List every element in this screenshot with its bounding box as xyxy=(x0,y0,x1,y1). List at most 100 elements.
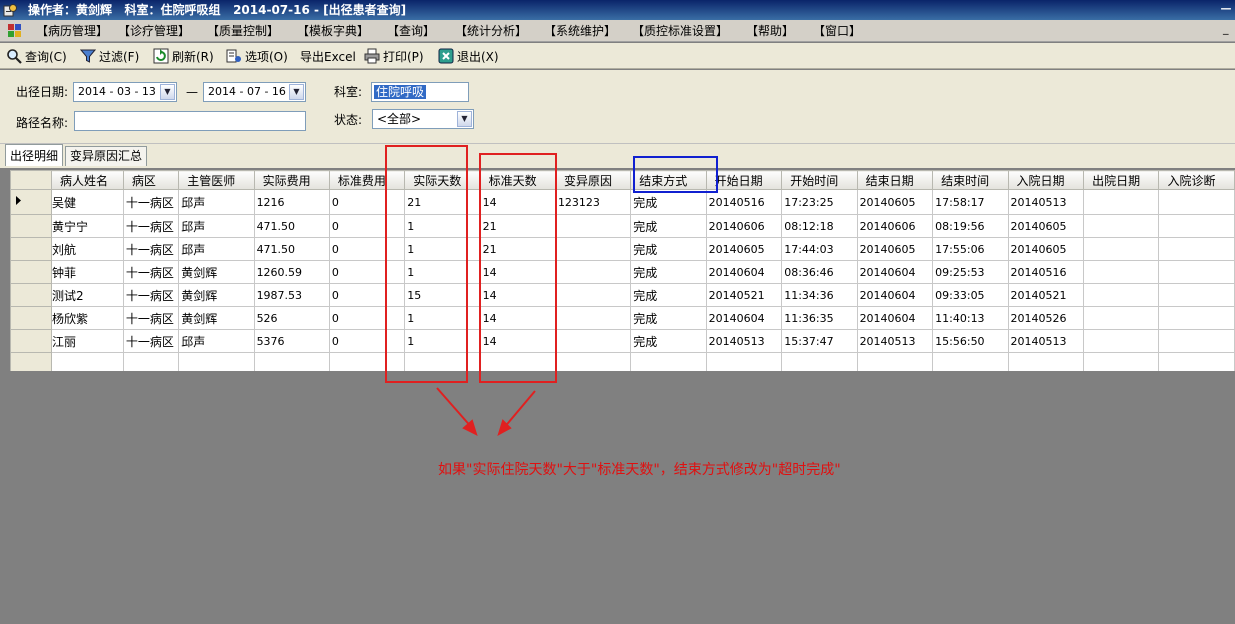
table-cell[interactable] xyxy=(1083,306,1160,330)
table-cell[interactable]: 1216 xyxy=(253,189,330,215)
col-header[interactable]: 入院诊断 xyxy=(1158,170,1235,190)
col-header[interactable]: 标准天数 xyxy=(479,170,556,190)
table-cell[interactable]: 20140605 xyxy=(856,189,934,215)
table-cell[interactable]: 14 xyxy=(479,329,556,353)
col-header[interactable]: 开始日期 xyxy=(705,170,783,190)
table-cell[interactable]: 471.50 xyxy=(253,237,330,261)
table-cell[interactable]: 20140605 xyxy=(856,237,934,261)
minimize-button[interactable]: — xyxy=(1219,2,1233,16)
table-cell[interactable]: 20140513 xyxy=(856,329,934,353)
table-cell[interactable] xyxy=(856,352,934,371)
table-cell[interactable]: 20140604 xyxy=(856,260,934,284)
table-cell[interactable]: 20140605 xyxy=(1007,214,1085,238)
table-cell[interactable]: 黄剑辉 xyxy=(178,283,255,307)
col-header[interactable]: 标准费用 xyxy=(328,170,406,190)
table-cell[interactable]: 0 xyxy=(328,329,406,353)
table-cell[interactable]: 09:25:53 xyxy=(932,260,1009,284)
table-cell[interactable]: 1 xyxy=(404,329,481,353)
row-header[interactable] xyxy=(10,306,52,330)
table-cell[interactable]: 完成 xyxy=(630,260,707,284)
menu-system-maintenance[interactable]: 【系统维护】 xyxy=(544,23,616,39)
table-cell[interactable]: 20140526 xyxy=(1007,306,1085,330)
table-cell[interactable]: 完成 xyxy=(630,306,707,330)
table-cell[interactable] xyxy=(1083,214,1160,238)
table-cell[interactable]: 20140604 xyxy=(856,283,934,307)
table-row[interactable]: 杨欣紫 十一病区 黄剑辉 526 0 1 14 完成 20140604 11:36:35 20140… xyxy=(10,306,1235,330)
table-cell[interactable]: 刘航 xyxy=(51,237,124,261)
table-cell[interactable] xyxy=(781,352,858,371)
refresh-button[interactable]: 刷新(R) xyxy=(153,47,214,65)
table-cell[interactable]: 526 xyxy=(253,306,330,330)
table-cell[interactable]: 15:56:50 xyxy=(932,329,1009,353)
table-row[interactable]: 吴健 十一病区 邱声 1216 0 21 14 123123 完成 20140516 17:23:2… xyxy=(10,189,1235,215)
table-cell[interactable]: 20140605 xyxy=(1007,237,1085,261)
table-row[interactable]: 江丽 十一病区 邱声 5376 0 1 14 完成 20140513 15:37:47 201405… xyxy=(10,329,1235,353)
table-cell[interactable] xyxy=(1158,260,1235,284)
table-row-empty[interactable] xyxy=(10,352,1235,371)
table-cell[interactable]: 21 xyxy=(479,237,556,261)
table-cell[interactable]: 20140516 xyxy=(1007,260,1085,284)
date-from-picker[interactable]: 2014 - 03 - 13 ▼ xyxy=(73,82,177,102)
table-cell[interactable] xyxy=(554,352,632,371)
table-row[interactable]: 黄宁宁 十一病区 邱声 471.50 0 1 21 完成 20140606 08:12:18 201… xyxy=(10,214,1235,238)
table-cell[interactable] xyxy=(178,352,255,371)
table-cell[interactable]: 17:23:25 xyxy=(781,189,858,215)
chevron-down-icon[interactable]: ▼ xyxy=(457,111,472,127)
table-cell[interactable]: 十一病区 xyxy=(122,237,180,261)
table-cell[interactable]: 完成 xyxy=(630,237,707,261)
table-cell[interactable] xyxy=(932,352,1009,371)
table-cell[interactable] xyxy=(1158,306,1235,330)
table-cell[interactable] xyxy=(1083,260,1160,284)
table-cell[interactable] xyxy=(554,260,632,284)
row-header[interactable] xyxy=(10,352,52,371)
col-header[interactable]: 病区 xyxy=(122,170,180,190)
table-cell[interactable] xyxy=(630,352,707,371)
date-to-picker[interactable]: 2014 - 07 - 16 ▼ xyxy=(203,82,306,102)
menu-window[interactable]: 【窗口】 xyxy=(813,23,861,39)
col-header[interactable]: 病人姓名 xyxy=(51,170,124,190)
table-cell[interactable]: 1 xyxy=(404,306,481,330)
table-cell[interactable] xyxy=(705,352,783,371)
table-cell[interactable]: 11:36:35 xyxy=(781,306,858,330)
table-cell[interactable]: 十一病区 xyxy=(122,283,180,307)
table-cell[interactable]: 完成 xyxy=(630,283,707,307)
table-cell[interactable]: 20140513 xyxy=(1007,189,1085,215)
table-cell[interactable]: 1 xyxy=(404,214,481,238)
table-cell[interactable] xyxy=(554,214,632,238)
table-cell[interactable] xyxy=(122,352,180,371)
table-cell[interactable]: 1 xyxy=(404,260,481,284)
table-cell[interactable] xyxy=(1158,352,1235,371)
table-cell[interactable] xyxy=(1158,189,1235,215)
table-row[interactable]: 刘航 十一病区 邱声 471.50 0 1 21 完成 20140605 17:44:03 2014… xyxy=(10,237,1235,261)
table-cell[interactable] xyxy=(1158,237,1235,261)
table-cell[interactable]: 十一病区 xyxy=(122,329,180,353)
row-header[interactable] xyxy=(10,283,52,307)
table-cell[interactable] xyxy=(554,237,632,261)
table-cell[interactable]: 21 xyxy=(479,214,556,238)
table-cell[interactable]: 江丽 xyxy=(51,329,124,353)
table-cell[interactable]: 14 xyxy=(479,306,556,330)
chevron-down-icon[interactable]: ▼ xyxy=(160,84,175,100)
table-cell[interactable] xyxy=(554,306,632,330)
query-button[interactable]: 查询(C) xyxy=(6,47,67,65)
col-header[interactable]: 结束日期 xyxy=(856,170,934,190)
table-cell[interactable]: 20140513 xyxy=(1007,329,1085,353)
col-header[interactable]: 主管医师 xyxy=(178,170,255,190)
table-cell[interactable] xyxy=(404,352,481,371)
exit-button[interactable]: 退出(X) xyxy=(438,47,499,65)
table-cell[interactable]: 十一病区 xyxy=(122,189,180,215)
table-cell[interactable]: 邱声 xyxy=(178,329,255,353)
table-cell[interactable]: 完成 xyxy=(630,189,707,215)
table-cell[interactable] xyxy=(1083,352,1160,371)
col-header[interactable]: 开始时间 xyxy=(781,170,858,190)
current-row-indicator[interactable] xyxy=(10,189,52,215)
table-cell[interactable]: 17:58:17 xyxy=(932,189,1009,215)
menu-statistics[interactable]: 【统计分析】 xyxy=(455,23,527,39)
menu-quality-control[interactable]: 【质量控制】 xyxy=(207,23,279,39)
table-cell[interactable] xyxy=(1158,283,1235,307)
table-cell[interactable]: 08:19:56 xyxy=(932,214,1009,238)
table-cell[interactable]: 吴健 xyxy=(51,189,124,215)
table-cell[interactable] xyxy=(554,329,632,353)
table-cell[interactable] xyxy=(1083,189,1160,215)
menu-medical-records[interactable]: 【病历管理】 xyxy=(36,23,108,39)
